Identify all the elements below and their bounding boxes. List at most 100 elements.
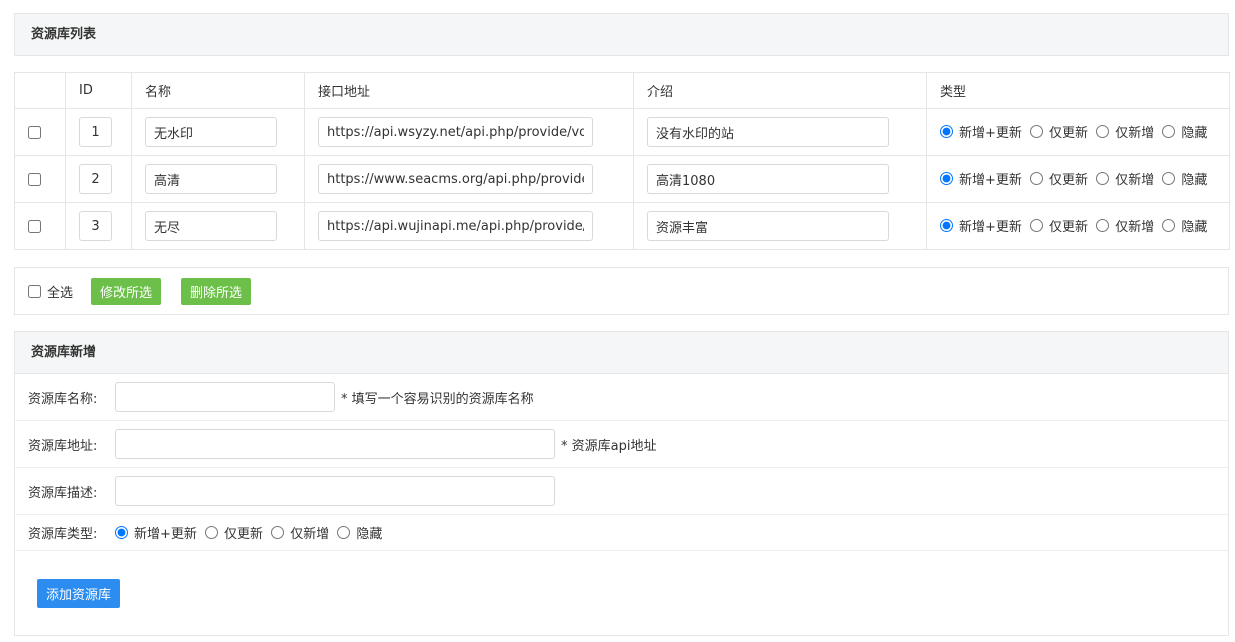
add-type-option-label: 新增+更新 [134, 526, 197, 542]
row-id-input[interactable] [79, 211, 112, 241]
type-option-3[interactable]: 隐藏 [1162, 216, 1207, 235]
add-name-row: 资源库名称: * 填写一个容易识别的资源库名称 [15, 374, 1228, 421]
type-radio[interactable] [1096, 172, 1110, 185]
type-radio[interactable] [1162, 219, 1176, 232]
delete-selected-button[interactable]: 删除所选 [181, 277, 252, 305]
add-type-option-0[interactable]: 新增+更新 [115, 523, 197, 542]
add-type-radio[interactable] [115, 525, 128, 539]
row-checkbox[interactable] [28, 172, 41, 186]
type-radio[interactable] [1162, 172, 1176, 185]
type-option-3[interactable]: 隐藏 [1162, 169, 1207, 188]
row-url-input[interactable] [318, 164, 593, 194]
add-type-radio[interactable] [205, 525, 219, 539]
type-option-3[interactable]: 隐藏 [1162, 122, 1207, 141]
type-option-label: 仅更新 [1049, 220, 1089, 235]
resource-add-title: 资源库新增 [15, 332, 1228, 374]
type-option-label: 隐藏 [1181, 126, 1208, 141]
type-radio[interactable] [940, 172, 953, 185]
table-header-row: ID 名称 接口地址 介绍 类型 [14, 72, 1230, 109]
select-all-checkbox[interactable] [28, 284, 41, 298]
type-option-2[interactable]: 仅新增 [1096, 216, 1154, 235]
row-type-radio-group: 新增+更新 仅更新 仅新增 隐藏 [940, 172, 1211, 189]
add-url-row: 资源库地址: * 资源库api地址 [15, 421, 1228, 468]
add-type-option-1[interactable]: 仅更新 [205, 523, 263, 542]
row-type-radio-group: 新增+更新 仅更新 仅新增 隐藏 [940, 219, 1211, 236]
resource-add-panel: 资源库新增 资源库名称: * 填写一个容易识别的资源库名称 资源库地址: * 资… [14, 331, 1229, 636]
add-type-option-3[interactable]: 隐藏 [337, 523, 382, 542]
select-all-label[interactable]: 全选 [28, 282, 73, 301]
row-desc-input[interactable] [647, 117, 889, 147]
type-option-1[interactable]: 仅更新 [1030, 169, 1088, 188]
row-checkbox-cell [14, 202, 66, 250]
type-option-2[interactable]: 仅新增 [1096, 122, 1154, 141]
add-type-label: 资源库类型: [28, 527, 98, 542]
type-radio[interactable] [940, 219, 953, 232]
type-option-label: 新增+更新 [959, 220, 1022, 235]
row-id-input[interactable] [79, 164, 112, 194]
type-option-label: 新增+更新 [959, 173, 1022, 188]
header-desc: 介绍 [633, 72, 927, 109]
add-resource-button[interactable]: 添加资源库 [37, 578, 121, 608]
row-checkbox[interactable] [28, 125, 41, 139]
add-name-hint: * 填写一个容易识别的资源库名称 [341, 391, 534, 407]
row-name-input[interactable] [145, 164, 277, 194]
add-desc-input[interactable] [115, 476, 555, 506]
type-radio[interactable] [1030, 172, 1044, 185]
add-type-option-label: 隐藏 [356, 526, 383, 542]
row-id-cell [65, 155, 132, 203]
row-id-cell [65, 202, 132, 250]
row-url-input[interactable] [318, 117, 593, 147]
type-option-label: 隐藏 [1181, 220, 1208, 235]
type-option-0[interactable]: 新增+更新 [940, 169, 1022, 188]
add-type-option-2[interactable]: 仅新增 [271, 523, 329, 542]
add-name-input[interactable] [115, 382, 335, 412]
add-desc-row: 资源库描述: [15, 468, 1228, 515]
type-radio[interactable] [1162, 125, 1176, 138]
table-row: 新增+更新 仅更新 仅新增 隐藏 [14, 155, 1230, 203]
row-name-input[interactable] [145, 211, 277, 241]
header-type: 类型 [926, 72, 1230, 109]
row-desc-cell [633, 202, 927, 250]
type-option-label: 仅新增 [1115, 126, 1155, 141]
edit-selected-button[interactable]: 修改所选 [91, 277, 162, 305]
add-url-label: 资源库地址: [28, 438, 98, 454]
type-option-0[interactable]: 新增+更新 [940, 122, 1022, 141]
add-type-option-label: 仅更新 [224, 526, 264, 542]
type-radio[interactable] [1030, 219, 1044, 232]
type-radio[interactable] [1096, 219, 1110, 232]
select-all-text: 全选 [47, 285, 74, 301]
add-type-radio[interactable] [271, 525, 285, 539]
table-row: 新增+更新 仅更新 仅新增 隐藏 [14, 202, 1230, 250]
header-url: 接口地址 [304, 72, 634, 109]
type-option-label: 隐藏 [1181, 173, 1208, 188]
header-name: 名称 [131, 72, 305, 109]
type-option-1[interactable]: 仅更新 [1030, 122, 1088, 141]
row-id-cell [65, 108, 132, 156]
resource-table: ID 名称 接口地址 介绍 类型 新增+更新 仅更新 仅新增 [14, 72, 1230, 250]
table-row: 新增+更新 仅更新 仅新增 隐藏 [14, 108, 1230, 156]
row-desc-input[interactable] [647, 164, 889, 194]
type-option-0[interactable]: 新增+更新 [940, 216, 1022, 235]
type-radio[interactable] [940, 125, 953, 138]
type-radio[interactable] [1096, 125, 1110, 138]
type-option-2[interactable]: 仅新增 [1096, 169, 1154, 188]
row-desc-cell [633, 155, 927, 203]
type-radio[interactable] [1030, 125, 1044, 138]
add-url-hint: * 资源库api地址 [561, 438, 657, 454]
resource-list-panel: 资源库列表 [14, 13, 1229, 56]
row-name-input[interactable] [145, 117, 277, 147]
type-option-1[interactable]: 仅更新 [1030, 216, 1088, 235]
row-id-input[interactable] [79, 117, 112, 147]
add-type-radio[interactable] [337, 525, 351, 539]
add-url-input[interactable] [115, 429, 555, 459]
type-option-label: 仅新增 [1115, 173, 1155, 188]
row-url-input[interactable] [318, 211, 593, 241]
row-type-radio-group: 新增+更新 仅更新 仅新增 隐藏 [940, 125, 1211, 142]
row-checkbox[interactable] [28, 219, 41, 233]
row-desc-input[interactable] [647, 211, 889, 241]
add-type-row: 资源库类型: 新增+更新 仅更新 仅新增 隐藏 [15, 515, 1228, 551]
add-type-option-label: 仅新增 [290, 526, 330, 542]
header-checkbox-cell [14, 72, 66, 109]
type-option-label: 仅更新 [1049, 173, 1089, 188]
row-type-cell: 新增+更新 仅更新 仅新增 隐藏 [926, 202, 1230, 250]
